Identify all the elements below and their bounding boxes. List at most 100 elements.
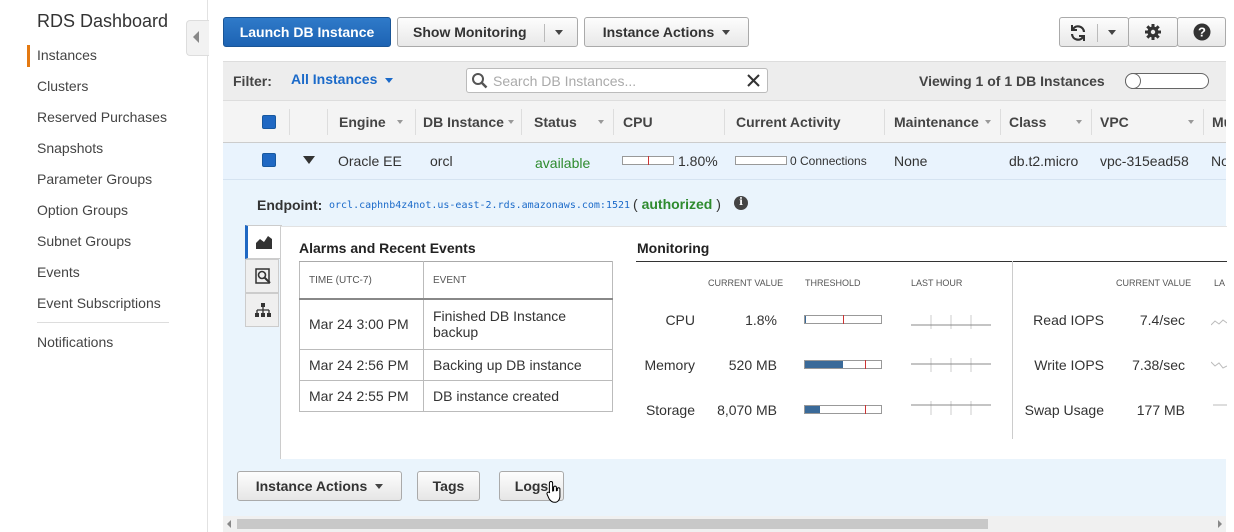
sidebar-item-events[interactable]: Events [37,264,80,280]
chevron-down-icon[interactable] [555,30,563,35]
monitoring-title: Monitoring [637,240,710,256]
sidebar-item-notifications[interactable]: Notifications [37,334,113,350]
sidebar-item-instances[interactable]: Instances [37,47,97,63]
cell-multi-az: No [1211,153,1226,169]
chevron-down-icon [375,483,384,489]
cell-vpc[interactable]: vpc-315ead58 [1100,153,1189,169]
slider-handle[interactable] [1125,73,1141,89]
auth-paren-open: ( [633,196,638,212]
table-header: Engine DB Instance Status CPU Current Ac… [223,101,1226,143]
threshold-marker [843,315,844,324]
tab-details-view[interactable] [245,259,279,293]
instance-actions-bottom-label: Instance Actions [255,478,368,494]
viewing-count: Viewing 1 of 1 DB Instances [919,73,1105,89]
sidebar-item-clusters[interactable]: Clusters [37,78,88,94]
search-box[interactable] [466,68,768,93]
svg-text:?: ? [1198,25,1206,40]
sidebar-item-reserved-purchases[interactable]: Reserved Purchases [37,109,167,125]
sidebar-item-subnet-groups[interactable]: Subnet Groups [37,233,131,249]
chevron-down-icon[interactable] [1108,30,1116,35]
horizontal-scrollbar[interactable] [223,516,1226,532]
scroll-left-icon[interactable] [227,520,231,528]
column-header-multi-az[interactable]: Mu [1212,114,1226,130]
sidebar-item-snapshots[interactable]: Snapshots [37,140,103,156]
column-separator [613,109,614,135]
sort-icon [1076,120,1082,124]
sidebar-item-option-groups[interactable]: Option Groups [37,202,128,218]
metric-write-iops-label: Write IOPS [1034,357,1104,373]
chevron-left-icon [193,31,199,43]
column-separator [1000,109,1001,135]
events-header-event: EVENT [423,261,613,300]
column-header-status[interactable]: Status [534,114,577,130]
cell-class: db.t2.micro [1009,153,1079,169]
column-header-current-activity[interactable]: Current Activity [736,114,841,130]
column-header-engine[interactable]: Engine [339,114,386,130]
instance-actions-label: Instance Actions [602,24,715,40]
swap-usage-sparkline [1213,404,1227,406]
column-header-vpc[interactable]: VPC [1100,114,1129,130]
hierarchy-icon [255,303,271,317]
scrollbar-thumb[interactable] [237,519,988,529]
instance-actions-bottom-button[interactable]: Instance Actions [237,471,402,501]
clear-search-icon[interactable] [747,74,760,87]
row-checkbox[interactable] [262,153,276,167]
settings-button[interactable] [1128,17,1178,47]
metric-swap-usage-label: Swap Usage [1024,402,1104,418]
cell-current-activity: 0 Connections [790,154,867,168]
filter-dropdown[interactable]: All Instances [291,71,394,87]
monitoring-panel: Alarms and Recent Events TIME (UTC-7) EV… [280,226,1227,459]
refresh-button[interactable] [1059,17,1129,47]
metric-cpu-value: 1.8% [745,312,777,328]
sidebar-divider [37,322,169,323]
table-row: Mar 24 2:56 PM Backing up DB instance [299,348,613,381]
search-input[interactable] [491,71,745,91]
cell-engine: Oracle EE [338,153,402,169]
metric-fill [805,406,821,413]
sidebar-item-event-subscriptions[interactable]: Event Subscriptions [37,295,161,311]
metric-read-iops-label: Read IOPS [1033,312,1104,328]
launch-db-instance-button[interactable]: Launch DB Instance [223,17,391,47]
metric-write-iops-value: 7.38/sec [1132,357,1185,373]
collapse-sidebar-button[interactable] [186,20,209,56]
sort-icon [1188,120,1194,124]
auth-paren-close: ) [716,196,721,212]
column-header-db-instance[interactable]: DB Instance [423,114,504,130]
endpoint-value: orcl.caphnb4z4not.us-east-2.rds.amazonaw… [329,200,631,211]
density-slider[interactable] [1125,73,1209,89]
authorization-status: ( authorized ) [633,196,721,212]
tags-button[interactable]: Tags [417,471,480,501]
instance-actions-button[interactable]: Instance Actions [584,17,749,47]
hand-cursor-icon [546,480,561,503]
read-iops-sparkline [1211,319,1227,326]
table-row[interactable]: Oracle EE orcl available 1.80% 0 Connect… [223,143,1226,180]
scroll-right-icon[interactable] [1218,520,1222,528]
storage-sparkline [911,401,991,415]
column-header-class[interactable]: Class [1009,114,1046,130]
cell-db-instance[interactable]: orcl [430,153,453,169]
metric-cpu-threshold-bar [804,315,882,324]
event-text: DB instance created [423,379,613,412]
filter-label: Filter: [233,73,272,89]
event-text: Backing up DB instance [423,348,613,381]
header-last-hour: LAST HOUR [911,278,963,288]
info-icon[interactable]: i [734,196,748,210]
tab-monitoring-view[interactable] [245,225,282,259]
metric-memory-threshold-bar [804,360,882,369]
metric-storage-threshold-bar [804,405,882,414]
select-all-checkbox[interactable] [262,115,276,129]
column-separator [724,109,725,135]
expand-row-icon[interactable] [303,156,315,165]
column-header-cpu[interactable]: CPU [623,114,653,130]
show-monitoring-button[interactable]: Show Monitoring [397,17,578,47]
header-threshold: THRESHOLD [805,278,861,288]
help-button[interactable]: ? [1177,17,1226,47]
auth-status-text: authorized [641,196,713,212]
sidebar-item-parameter-groups[interactable]: Parameter Groups [37,171,152,187]
metric-swap-usage-value: 177 MB [1136,402,1185,418]
tab-topology-view[interactable] [245,293,279,327]
show-monitoring-label: Show Monitoring [413,24,527,40]
threshold-marker [865,405,866,414]
monitoring-title-underline [636,261,1227,262]
column-header-maintenance[interactable]: Maintenance [894,114,979,130]
